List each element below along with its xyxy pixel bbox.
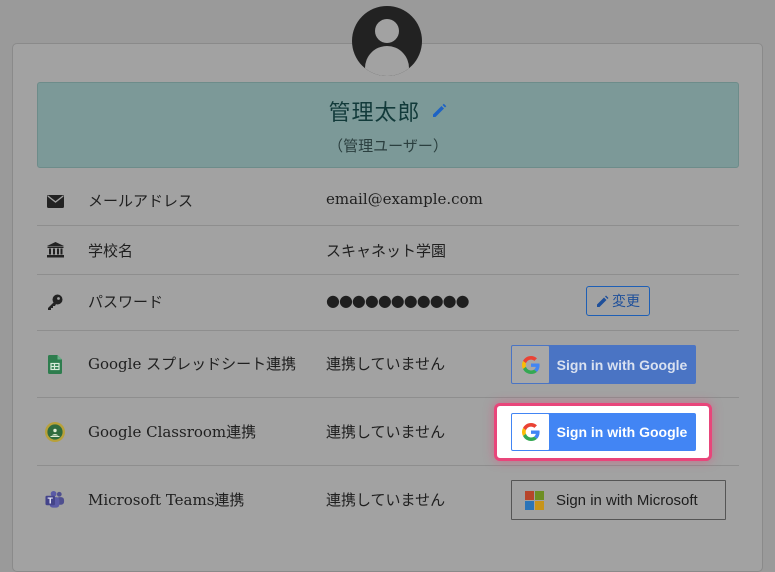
password-value: ●●●●●●●●●●● xyxy=(326,291,470,310)
google-sheets-icon xyxy=(45,354,65,374)
password-row: パスワード ●●●●●●●●●●● 変更 xyxy=(37,275,739,331)
email-row: メールアドレス email@example.com xyxy=(37,176,739,226)
profile-header: 管理太郎 （管理ユーザー） xyxy=(37,82,739,168)
google-classroom-icon xyxy=(45,422,65,442)
microsoft-teams-label: Microsoft Teams連携 xyxy=(88,491,245,509)
school-building-icon xyxy=(45,240,65,260)
sheets-sign-in-label: Sign in with Google xyxy=(556,356,688,373)
user-avatar-icon xyxy=(352,6,422,76)
password-label: パスワード xyxy=(88,293,164,311)
microsoft-sign-in-label: Sign in with Microsoft xyxy=(556,491,698,509)
key-icon xyxy=(45,292,65,312)
change-password-button[interactable]: 変更 xyxy=(586,286,650,316)
google-classroom-label: Google Classroom連携 xyxy=(88,423,257,441)
svg-text:T: T xyxy=(48,496,54,505)
classroom-sign-in-label: Sign in with Google xyxy=(556,424,688,440)
edit-name-pencil-icon[interactable] xyxy=(430,102,448,120)
google-sheets-label: Google スプレッドシート連携 xyxy=(88,355,297,373)
google-classroom-status: 連携していません xyxy=(326,423,446,441)
microsoft-teams-status: 連携していません xyxy=(326,491,446,509)
user-role: （管理ユーザー） xyxy=(328,137,448,155)
classroom-sign-in-with-google-button[interactable]: Sign in with Google xyxy=(511,413,696,451)
school-row: 学校名 スキャネット学園 xyxy=(37,226,739,275)
envelope-icon xyxy=(45,191,65,211)
change-password-label: 変更 xyxy=(612,294,640,310)
email-value: email@example.com xyxy=(326,190,483,208)
sheets-sign-in-with-google-button[interactable]: Sign in with Google xyxy=(511,345,696,384)
sign-in-with-microsoft-button[interactable]: Sign in with Microsoft xyxy=(511,480,726,520)
user-name: 管理太郎 xyxy=(328,101,421,126)
microsoft-logo-icon xyxy=(525,490,544,510)
google-logo-icon xyxy=(512,414,549,450)
school-label: 学校名 xyxy=(88,242,134,260)
microsoft-teams-icon: T xyxy=(45,490,65,510)
google-sheets-status: 連携していません xyxy=(326,355,446,373)
google-logo-icon xyxy=(512,346,549,383)
email-label: メールアドレス xyxy=(88,192,194,210)
school-value: スキャネット学園 xyxy=(326,242,447,260)
pencil-icon xyxy=(597,295,609,307)
